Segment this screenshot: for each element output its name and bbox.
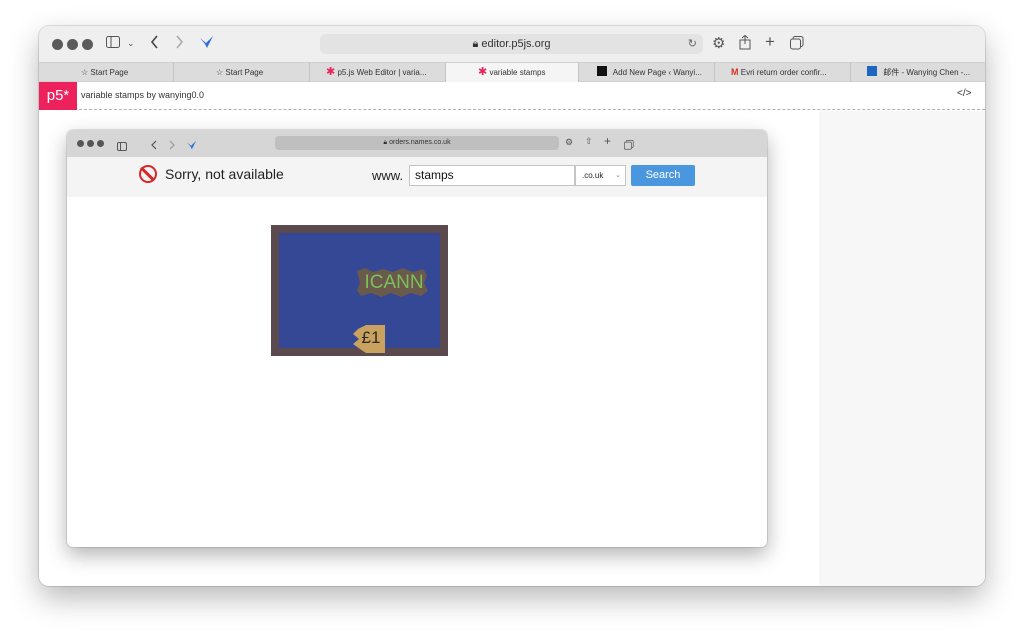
p5-asterisk-icon: ✱ xyxy=(478,66,488,78)
gmail-icon: M xyxy=(731,67,739,77)
tab-label: variable stamps xyxy=(489,68,546,77)
code-toggle-icon[interactable]: </> xyxy=(957,88,971,99)
tld-value: .co.uk xyxy=(582,171,604,180)
sidebar-icon[interactable] xyxy=(106,36,120,52)
new-tab-icon[interactable]: + xyxy=(765,33,775,50)
window-control-dot[interactable] xyxy=(82,39,93,50)
wordpress-icon xyxy=(597,66,607,76)
tab-add-new-page[interactable]: Add New Page ‹ Wanyi... xyxy=(579,63,715,82)
www-prefix: www. xyxy=(372,168,404,183)
lock-icon: 🔒︎ xyxy=(383,139,388,146)
tab-p5-web-editor[interactable]: ✱ p5.js Web Editor | varia... xyxy=(310,63,446,82)
forward-icon[interactable] xyxy=(175,35,184,53)
star-icon: ☆ xyxy=(216,68,224,77)
inner-address-url: orders.names.co.uk xyxy=(389,139,451,146)
back-icon[interactable] xyxy=(150,35,159,53)
not-available-icon xyxy=(139,165,157,183)
availability-status: Sorry, not available xyxy=(165,166,284,182)
bird-extension-icon[interactable] xyxy=(199,35,214,53)
tab-label: Add New Page ‹ Wanyi... xyxy=(612,68,702,77)
window-control-dot[interactable] xyxy=(67,39,78,50)
domain-input[interactable]: stamps xyxy=(409,165,575,186)
window-control-dot xyxy=(97,140,104,147)
p5-logo[interactable]: p5* xyxy=(39,82,77,110)
stamp-price: £1 xyxy=(361,328,381,347)
tab-overview-icon xyxy=(624,137,634,155)
share-icon: ⇧ xyxy=(585,136,593,146)
tab-variable-stamps[interactable]: ✱ variable stamps xyxy=(446,63,579,82)
chevron-down-icon: ⌄ xyxy=(615,172,621,179)
tab-label: Start Page xyxy=(225,68,264,77)
bird-extension-icon xyxy=(186,137,197,155)
reload-icon[interactable]: ↻ xyxy=(688,34,697,54)
tab-label: Start Page xyxy=(90,68,129,77)
p5-editor-header: p5* variable stamps by wanying0.0 </> xyxy=(39,82,985,110)
stamp-graphic: ICANN £1 xyxy=(271,225,448,356)
address-url: editor.p5js.org xyxy=(481,38,551,50)
gear-icon: ⚙ xyxy=(565,137,574,147)
p5-asterisk-icon: ✱ xyxy=(326,66,336,78)
inner-toolbar: 🔒︎ orders.names.co.uk ⚙ ⇧ + xyxy=(67,130,767,157)
sketch-title: variable stamps by wanying0.0 xyxy=(81,90,205,100)
tab-outlook-mail[interactable]: 邮件 - Wanying Chen -... xyxy=(851,63,985,82)
search-button[interactable]: Search xyxy=(631,165,695,186)
tab-bar: ☆ Start Page ☆ Start Page ✱ p5.js Web Ed… xyxy=(39,62,985,82)
inner-address-bar: 🔒︎ orders.names.co.uk xyxy=(275,136,559,150)
tab-start-page-2[interactable]: ☆ Start Page xyxy=(174,63,310,82)
lock-icon: 🔒︎ xyxy=(472,38,479,50)
sidebar-icon xyxy=(117,138,127,156)
tab-start-page-1[interactable]: ☆ Start Page xyxy=(39,63,174,82)
window-control-dot xyxy=(77,140,84,147)
window-control-dot[interactable] xyxy=(52,39,63,50)
star-icon: ☆ xyxy=(81,68,89,77)
tab-overview-icon[interactable] xyxy=(790,36,804,54)
new-tab-icon: + xyxy=(604,134,612,148)
inner-browser-window: 🔒︎ orders.names.co.uk ⚙ ⇧ + Sorry, not a… xyxy=(67,130,767,547)
tld-select[interactable]: .co.uk ⌄ xyxy=(575,165,626,186)
address-bar[interactable]: 🔒︎ editor.p5js.org ↻ xyxy=(320,34,703,54)
back-icon xyxy=(151,137,157,155)
outer-toolbar: ⌄ 🔒︎ editor.p5js.org ↻ ⚙ + xyxy=(39,26,985,62)
share-icon[interactable] xyxy=(739,34,751,54)
chevron-down-icon[interactable]: ⌄ xyxy=(127,35,135,51)
stamp-label: ICANN xyxy=(364,272,424,293)
tab-label: p5.js Web Editor | varia... xyxy=(337,68,427,77)
gear-icon[interactable]: ⚙ xyxy=(712,36,725,52)
window-control-dot xyxy=(87,140,94,147)
right-pane xyxy=(819,111,985,586)
forward-icon xyxy=(169,137,175,155)
tab-label: 邮件 - Wanying Chen -... xyxy=(883,68,971,77)
tab-label: Evri return order confir... xyxy=(740,68,827,77)
tab-evri-return[interactable]: M Evri return order confir... xyxy=(715,63,851,82)
domain-search-bar: Sorry, not available www. stamps .co.uk … xyxy=(67,157,767,197)
outlook-icon xyxy=(867,66,877,76)
